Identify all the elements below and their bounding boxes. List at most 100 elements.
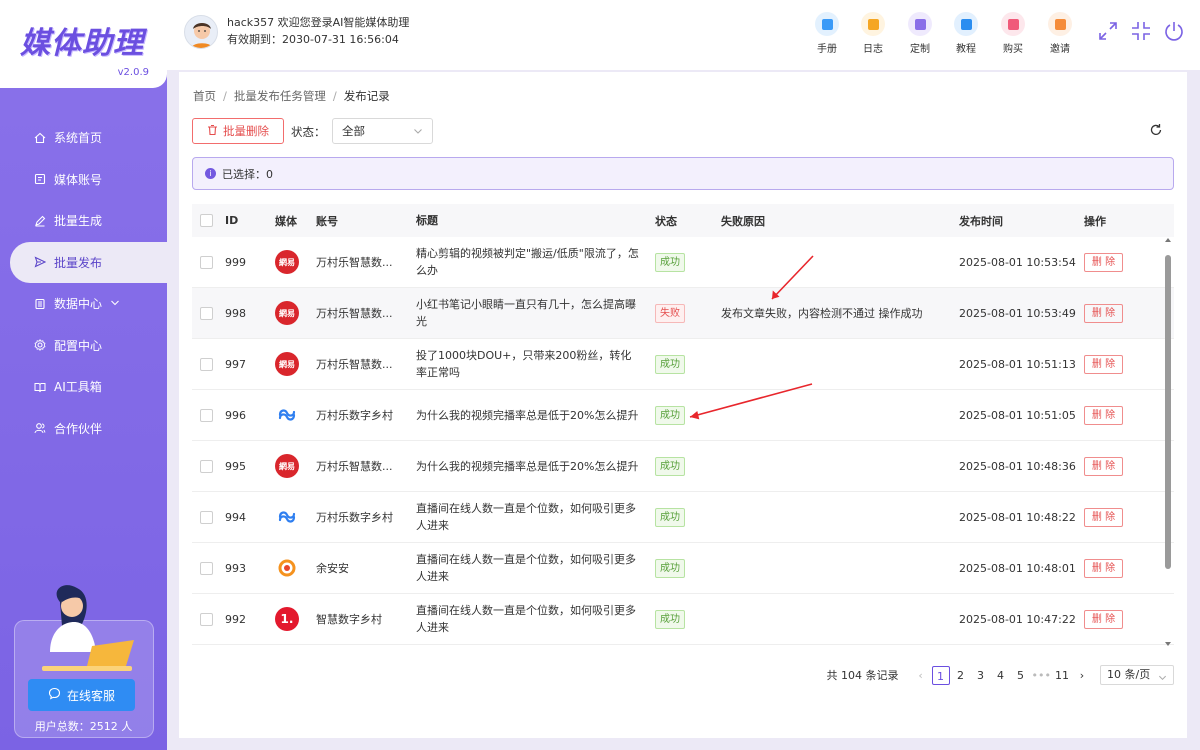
sidebar-item-partners[interactable]: 合作伙伴 [0,408,167,450]
status-filter-select[interactable]: 全部 [332,118,433,144]
delete-button[interactable]: 删 除 [1084,303,1123,323]
row-status-cell: 失败 [655,303,721,323]
delete-button[interactable]: 删 除 [1084,252,1123,272]
page-button[interactable]: 2 [952,666,970,685]
sidebar-item-label: 系统首页 [54,131,103,146]
pagination: 共 104 条记录 ‹ 1 2 3 4 5 ••• 11 › 10 条/页 [827,665,1174,685]
purchase-icon [1001,12,1025,36]
row-checkbox[interactable] [200,459,213,473]
refresh-icon[interactable] [1149,123,1163,137]
delete-button[interactable]: 删 除 [1084,354,1123,374]
page-button[interactable]: 3 [972,666,990,685]
sidebar-item-batch-generate[interactable]: 批量生成 [0,200,167,242]
row-status-cell: 成功 [655,456,721,476]
manual-label: 手册 [817,44,837,55]
header-account: 账号 [316,214,338,228]
row-title: 投了1000块DOU+，只带来200粉丝，转化率正常吗 [416,349,632,379]
table-row: 996 万村乐数字乡村 为什么我的视频完播率总是低于20%怎么提升 成功 2025-08… [192,390,1174,441]
manual-button[interactable]: 手册 [810,12,844,55]
sidebar-item-ai-toolbox[interactable]: AI工具箱 [0,366,167,408]
row-id: 997 [225,357,246,371]
app-version: v2.0.9 [117,67,149,78]
sidebar-item-data-center[interactable]: 数据中心 [0,283,167,325]
row-media: 1. [275,607,316,631]
app-logo[interactable]: 媒体助理 [20,18,144,62]
table-scrollbar[interactable] [1164,238,1172,647]
netease-icon: 網易 [275,301,299,325]
sidebar-item-home[interactable]: 系统首页 [0,117,167,159]
row-media [275,403,316,427]
row-checkbox[interactable] [200,510,213,524]
table-body: 999 網易 万村乐智慧数... 精心剪辑的视频被判定"搬运/低质"限流了，怎么办 成功… [192,237,1174,645]
online-service-label: 在线客服 [66,688,115,703]
row-actions: 删 除 [1084,354,1154,374]
select-all-checkbox[interactable] [200,214,213,227]
sidebar-item-accounts[interactable]: 媒体账号 [0,159,167,201]
row-title: 直播间在线人数一直是个位数，如何吸引更多人进来 [416,553,636,583]
page-button[interactable]: 11 [1053,666,1071,685]
netease-icon: 網易 [275,454,299,478]
purchase-button[interactable]: 购买 [996,12,1030,55]
row-checkbox[interactable] [200,255,213,269]
sidebar-item-config-center[interactable]: 配置中心 [0,325,167,367]
tutorial-icon [954,12,978,36]
next-page-icon[interactable]: › [1073,666,1091,685]
scrollbar-thumb[interactable] [1165,255,1171,569]
page-button[interactable]: 1 [931,665,950,685]
online-service-button[interactable]: 在线客服 [28,679,135,711]
row-account: 余安安 [316,562,349,575]
info-icon: i [205,168,216,179]
row-status-cell: 成功 [655,252,721,272]
support-illustration [42,585,134,671]
header-actions: 操作 [1084,214,1106,228]
expand-icon[interactable] [1096,19,1120,43]
sidebar-item-label: 批量发布 [54,255,103,270]
top-header: hack357 欢迎您登录AI智能媒体助理 有效期到：2030-07-31 16… [167,0,1200,70]
page-button[interactable]: 5 [1012,666,1030,685]
invite-button[interactable]: 邀请 [1043,12,1077,55]
delete-button[interactable]: 删 除 [1084,558,1123,578]
netease-icon: 網易 [275,250,299,274]
breadcrumb-home[interactable]: 首页 [193,89,216,103]
row-account: 万村乐智慧数... [316,256,393,269]
delete-button[interactable]: 删 除 [1084,405,1123,425]
prev-page-icon[interactable]: ‹ [912,666,930,685]
row-publish-time: 2025-08-01 10:51:13 [959,357,1076,371]
send-icon [33,255,47,269]
power-icon[interactable] [1162,19,1186,43]
row-status-cell: 成功 [655,354,721,374]
delete-button[interactable]: 删 除 [1084,507,1123,527]
log-button[interactable]: 日志 [856,12,890,55]
page-button[interactable]: 4 [992,666,1010,685]
row-checkbox[interactable] [200,561,213,575]
table-row: 998 網易 万村乐智慧数... 小红书笔记小眼睛一直只有几十，怎么提高曝光 失败 发布文… [192,288,1174,339]
avatar[interactable] [184,15,218,49]
row-checkbox[interactable] [200,357,213,371]
tutorial-button[interactable]: 教程 [949,12,983,55]
row-status-cell: 成功 [655,405,721,425]
user-info: hack357 欢迎您登录AI智能媒体助理 有效期到：2030-07-31 16… [227,14,409,48]
row-checkbox[interactable] [200,306,213,320]
batch-delete-button[interactable]: 批量删除 [192,118,284,144]
customize-button[interactable]: 定制 [903,12,937,55]
row-title: 直播间在线人数一直是个位数，如何吸引更多人进来 [416,502,636,532]
purchase-label: 购买 [1003,44,1023,55]
row-id: 994 [225,510,246,524]
row-media: 網易 [275,250,316,274]
collapse-icon[interactable] [1129,19,1153,43]
row-actions: 删 除 [1084,609,1154,629]
status-badge: 失败 [655,303,685,323]
sidebar-item-label: 配置中心 [54,338,103,353]
invite-label: 邀请 [1050,44,1070,55]
row-checkbox[interactable] [200,408,213,422]
row-account: 万村乐数字乡村 [316,511,393,524]
status-badge: 成功 [655,558,685,578]
delete-button[interactable]: 删 除 [1084,456,1123,476]
page-size-select[interactable]: 10 条/页 [1100,665,1174,685]
row-checkbox-cell [192,255,225,269]
row-checkbox[interactable] [200,612,213,626]
sidebar-item-batch-publish[interactable]: 批量发布 [10,241,167,283]
breadcrumb-task-manage[interactable]: 批量发布任务管理 [234,89,326,103]
sidebar-item-label: 批量生成 [54,214,103,229]
delete-button[interactable]: 删 除 [1084,609,1123,629]
